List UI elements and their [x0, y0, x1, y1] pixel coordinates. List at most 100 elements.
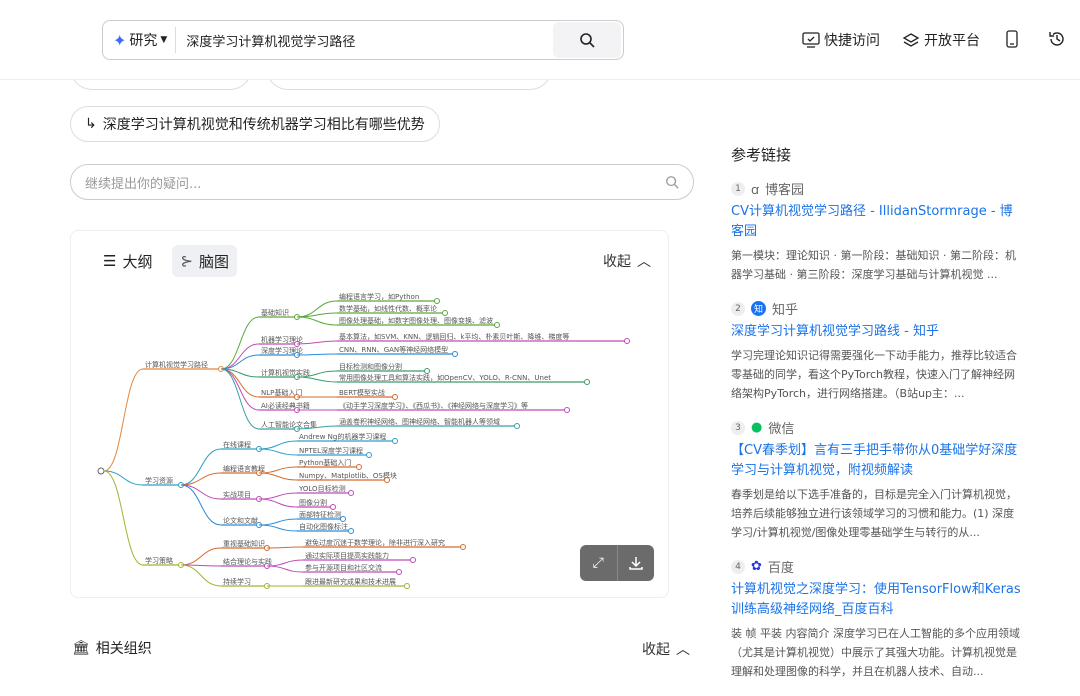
search-mode-dropdown[interactable]: ✦ 研究 ▼: [103, 27, 177, 53]
mindmap-node: 实战项目: [223, 490, 251, 499]
expand-button[interactable]: ⤢: [580, 545, 617, 581]
references-title: 参考链接: [731, 146, 792, 164]
ref-title-link[interactable]: 【CV春季划】言有三手把手带你从0基础学好深度学习与计算机视觉，附视频解读: [731, 441, 1021, 481]
mindmap-leaf: 图像分割: [299, 498, 327, 507]
bank-icon: 🏛: [72, 640, 90, 656]
quick-access-label: 快捷访问: [824, 33, 880, 49]
search-button[interactable]: [553, 22, 621, 58]
open-platform-link[interactable]: 开放平台: [902, 30, 980, 50]
mindmap-node: 计算机视觉实践: [261, 368, 310, 377]
mindmap-link: [103, 368, 144, 472]
mindmap-node: AI必读经典书籍: [261, 401, 310, 410]
mindmap-leaf: 常用图像处理工具和算法实践，如OpenCV、YOLO、R-CNN、Unet: [339, 373, 551, 382]
mindmap-link: [258, 498, 298, 508]
mindmap-leaf: 通过实际项目提高实践能力: [305, 551, 389, 560]
history-button[interactable]: [1048, 30, 1066, 48]
mindmap-link: [220, 343, 260, 370]
tab-mindmap-label: 脑图: [199, 252, 230, 271]
mindmap-leaf: YOLO目标检测: [298, 484, 346, 493]
mindmap-leaf: 避免过度沉迷于数学理论，除非进行深入研究: [305, 538, 445, 547]
cnblogs-icon: ꭤ: [751, 182, 759, 198]
ref-source: 博客园: [765, 183, 805, 198]
ref-source: 百度: [767, 561, 794, 576]
mindmap-link: [296, 316, 338, 326]
sparkle-icon: ✦: [113, 30, 127, 50]
download-button[interactable]: [616, 545, 655, 581]
mindmap-link: [220, 368, 260, 411]
mindmap-link: [103, 470, 144, 486]
ref-title-link[interactable]: 深度学习计算机视觉学习路线 - 知乎: [731, 322, 1021, 342]
list-icon: ☰: [103, 252, 117, 270]
ref-snippet: 装 帧 平装 内容简介 深度学习已在人工智能的多个应用领域（尤其是计算机视觉）中…: [731, 627, 1020, 678]
ref-title-link[interactable]: 计算机视觉之深度学习：使用TensorFlow和Keras训练高级神经网络_百度…: [731, 580, 1021, 620]
related-collapse-button[interactable]: 收起 ︿: [642, 639, 690, 659]
mindmap-leaf: 编程语言学习，如Python: [339, 292, 419, 301]
mindmap-link: [258, 472, 298, 481]
tab-outline[interactable]: ☰ 大纲: [95, 245, 160, 277]
mindmap-link: [296, 353, 338, 356]
mindmap-leaf: Numpy、Matplotlib、OS模块: [299, 471, 397, 480]
mindmap-link: [180, 484, 222, 526]
mindmap-node: 在线课程: [223, 440, 251, 449]
mindmap-link: [296, 340, 338, 345]
mindmap-link: [258, 518, 298, 526]
arrow-return-icon: ↳: [85, 116, 97, 132]
references-panel: 参考链接 1 ꭤ 博客园 CV计算机视觉学习路径 - IllidanStormrag…: [731, 144, 1021, 696]
tab-mindmap[interactable]: ⊱ 脑图: [172, 245, 238, 277]
mindmap-leaf: 图像处理基础，如数字图像处理、图像变换、滤波: [339, 316, 493, 325]
mindmap-root: [97, 467, 105, 475]
mindmap-link: [180, 564, 222, 587]
phone-icon: [1006, 30, 1018, 48]
collapse-label: 收起: [642, 642, 670, 658]
mindmap-node: 重视基础知识: [223, 539, 265, 548]
ref-snippet: 第一模块：理论知识 · 第一阶段：基础知识 · 第二阶段：机器学习基础 · 第三…: [731, 249, 1016, 281]
reference-item[interactable]: 3 ● 微信 【CV春季划】言有三手把手带你从0基础学好深度学习与计算机视觉，附视频…: [731, 418, 1021, 542]
followup-input[interactable]: 继续提出你的疑问...: [70, 164, 694, 200]
ref-number: 1: [731, 181, 745, 196]
mindmap-leaf: 数学基础，如线性代数、概率论: [339, 304, 437, 313]
mindmap-card: ☰ 大纲 ⊱ 脑图 收起 ︿ 计算机视觉学习路径 学习资源 学习策略 基础知识 机器学习…: [70, 230, 669, 598]
download-icon: [629, 557, 643, 570]
mindmap-node: 基础知识: [261, 308, 289, 317]
followup-placeholder: 继续提出你的疑问...: [85, 176, 202, 192]
layers-icon: [902, 33, 920, 47]
mindmap-link: [266, 559, 304, 567]
ref-title-link[interactable]: CV计算机视觉学习路径 - IllidanStormrage - 博客园: [731, 202, 1021, 242]
mindmap-leaf: NPTEL深度学习课程: [299, 446, 363, 455]
mindmap-link: [258, 448, 298, 456]
mindmap-toolbar: ⤢: [580, 545, 654, 581]
mindmap-link: [258, 524, 298, 532]
mindmap-node: 人工智能论文合集: [261, 420, 317, 429]
zhihu-icon: 知: [751, 301, 766, 316]
open-platform-label: 开放平台: [924, 33, 980, 49]
mindmap-leaf: 面部特征检测: [299, 510, 341, 519]
ref-snippet: 学习完理论知识记得需要强化一下动手能力，推荐比较适合零基础的同学，看这个PyTo…: [731, 349, 1017, 400]
collapse-button[interactable]: 收起 ︿: [603, 251, 651, 271]
reference-item[interactable]: 1 ꭤ 博客园 CV计算机视觉学习路径 - IllidanStormrage - 博…: [731, 179, 1021, 284]
related-orgs-title: 相关组织: [95, 641, 152, 657]
search-icon: [580, 33, 595, 48]
mindmap-leaf: 基本算法，如SVM、KNN、逻辑回归、k平均、朴素贝叶斯、降维、梯度等: [339, 332, 569, 341]
ref-snippet: 春季划是给以下选手准备的，目标是完全入门计算机视觉，培养后续能够独立进行该领域学…: [731, 488, 1017, 539]
expand-icon: ⤢: [592, 555, 604, 571]
related-question-chip[interactable]: ↳ 深度学习计算机视觉和传统机器学习相比有哪些优势: [70, 106, 440, 142]
mindmap-link: [296, 312, 338, 318]
history-icon: [1049, 32, 1064, 46]
mindmap-branch: 计算机视觉学习路径: [145, 360, 208, 369]
mindmap-leaf: Andrew Ng的机器学习课程: [299, 432, 386, 441]
quick-access-link[interactable]: 快捷访问: [802, 30, 880, 50]
top-bar: ✦ 研究 ▼ 深度学习计算机视觉学习路径 快捷访问 开放平台: [0, 0, 1080, 80]
monitor-icon: [802, 32, 820, 48]
search-input[interactable]: 深度学习计算机视觉学习路径: [176, 31, 553, 50]
mobile-button[interactable]: [1005, 30, 1019, 48]
caret-down-icon: ▼: [160, 35, 168, 45]
reference-item[interactable]: 2 知知乎 深度学习计算机视觉学习路线 - 知乎 学习完理论知识记得需要强化一下动…: [731, 299, 1021, 403]
mindmap-leaf: 自动化图像标注: [299, 522, 348, 531]
reference-item[interactable]: 4 ✿ 百度 计算机视觉之深度学习：使用TensorFlow和Keras训练高级神经…: [731, 557, 1021, 681]
ref-number: 3: [731, 420, 745, 435]
search-mode-label: 研究: [129, 33, 158, 49]
chevron-up-icon: ︿: [676, 642, 690, 658]
mindmap-leaf: 跟进最新研究成果和技术进展: [305, 577, 396, 586]
mindmap-link: [258, 440, 298, 450]
ref-source: 微信: [768, 422, 795, 437]
